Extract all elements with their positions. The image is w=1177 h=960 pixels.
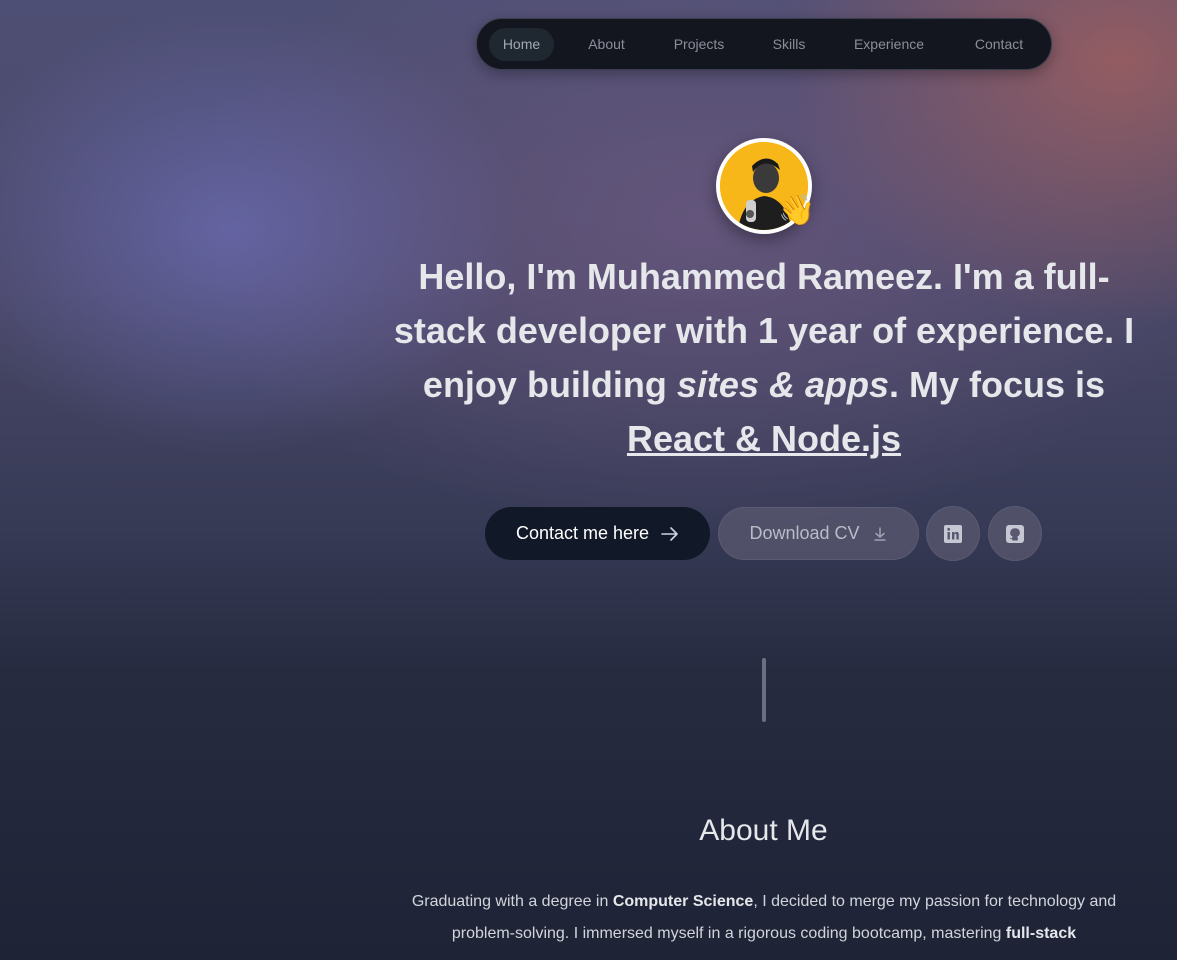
waving-hand-icon: 👋 [778, 194, 816, 227]
arrow-right-icon [661, 526, 678, 541]
about-text-1: Graduating with a degree in [411, 893, 613, 910]
hero-text-4: . My focus is [889, 364, 1106, 405]
nav-item-skills[interactable]: Skills [761, 28, 817, 61]
hero-focus: React & Node.js [626, 418, 902, 459]
hero-text-1: I'm a [943, 256, 1044, 297]
nav-item-home[interactable]: Home [489, 28, 554, 61]
hero-greeting: Hello, I'm Muhammed Rameez. [418, 256, 944, 297]
nav-item-contact[interactable]: Contact [961, 28, 1037, 61]
about-section-title: About Me [0, 814, 1177, 848]
github-button[interactable] [988, 506, 1042, 561]
nav-item-experience[interactable]: Experience [839, 28, 939, 61]
nav-item-projects[interactable]: Projects [659, 28, 739, 61]
linkedin-button[interactable] [926, 506, 980, 561]
github-icon [1006, 524, 1024, 543]
about-degree: Computer Science [612, 893, 754, 910]
nav-item-about[interactable]: About [576, 28, 637, 61]
download-cv-button[interactable]: Download CV [718, 507, 919, 560]
contact-button[interactable]: Contact me here [485, 507, 710, 560]
hero-headline: Hello, I'm Muhammed Rameez. I'm a full-s… [380, 250, 1148, 466]
contact-button-label: Contact me here [515, 523, 650, 543]
about-title-text: About Me [699, 814, 828, 847]
about-skill: full-stack [1005, 925, 1077, 942]
top-navigation: Home About Projects Skills Experience Co… [476, 18, 1052, 70]
hero-experience: 1 year [757, 310, 863, 351]
hero-build: sites & apps [676, 364, 890, 405]
download-icon [873, 526, 886, 541]
hero-text-2: with [665, 310, 758, 351]
about-paragraph: Graduating with a degree in Computer Sci… [400, 886, 1128, 950]
linkedin-icon [944, 524, 962, 543]
scroll-divider [762, 658, 766, 722]
download-cv-label: Download CV [749, 523, 860, 543]
